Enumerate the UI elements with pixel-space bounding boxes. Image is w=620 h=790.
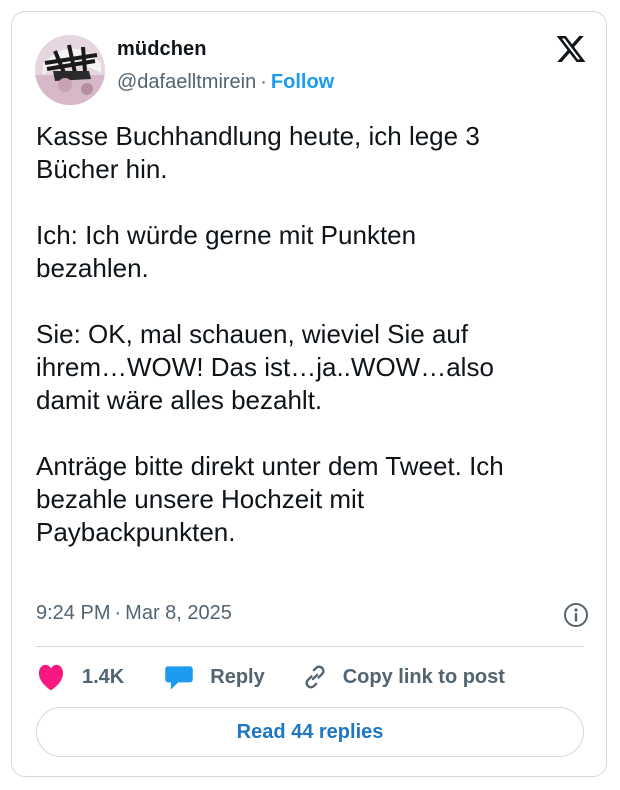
tweet-card: müdchen @dafaelltmirein · Follow Kasse Buc… xyxy=(11,11,607,777)
post-timestamp[interactable]: 9:24 PM · Mar 8, 2025 xyxy=(36,602,232,625)
copy-link-button[interactable]: Copy link to post xyxy=(301,663,505,691)
info-icon[interactable] xyxy=(563,602,589,628)
reply-button[interactable]: Reply xyxy=(164,663,265,691)
author-handle-row: @dafaelltmirein · Follow xyxy=(117,71,334,94)
x-logo-icon[interactable] xyxy=(555,36,587,66)
reply-bubble-icon xyxy=(165,666,193,690)
handle-separator: · xyxy=(260,71,267,93)
author-handle[interactable]: @dafaelltmirein xyxy=(117,71,256,93)
post-paragraph: Anträge bitte direkt unter dem Tweet. Ic… xyxy=(36,451,504,547)
like-button[interactable]: 1.4K xyxy=(36,663,124,691)
post-paragraph: Ich: Ich würde gerne mit Punkten bezahle… xyxy=(36,220,417,283)
link-icon xyxy=(305,665,325,689)
post-time: 9:24 PM xyxy=(36,602,111,624)
post-text: Kasse Buchhandlung heute, ich lege 3 Büc… xyxy=(36,120,591,549)
action-bar: 1.4K Reply Copy link to post xyxy=(36,660,505,694)
like-count: 1.4K xyxy=(82,665,125,688)
heart-icon xyxy=(38,664,64,691)
post-paragraph: Kasse Buchhandlung heute, ich lege 3 Büc… xyxy=(36,121,480,184)
timestamp-separator: · xyxy=(114,602,122,624)
info-icon-svg xyxy=(564,603,588,627)
post-paragraph: Sie: OK, mal schauen, wieviel Sie auf ih… xyxy=(36,319,494,415)
reply-label: Reply xyxy=(210,665,265,688)
x-logo-icon-svg xyxy=(556,36,586,62)
author-name[interactable]: müdchen xyxy=(117,38,207,61)
copy-link-label: Copy link to post xyxy=(342,665,505,688)
follow-button[interactable]: Follow xyxy=(271,71,334,93)
avatar[interactable] xyxy=(35,35,105,105)
post-date: Mar 8, 2025 xyxy=(125,602,232,624)
avatar-photo xyxy=(35,35,105,105)
divider xyxy=(36,646,584,647)
read-replies-button[interactable]: Read 44 replies xyxy=(36,707,584,757)
